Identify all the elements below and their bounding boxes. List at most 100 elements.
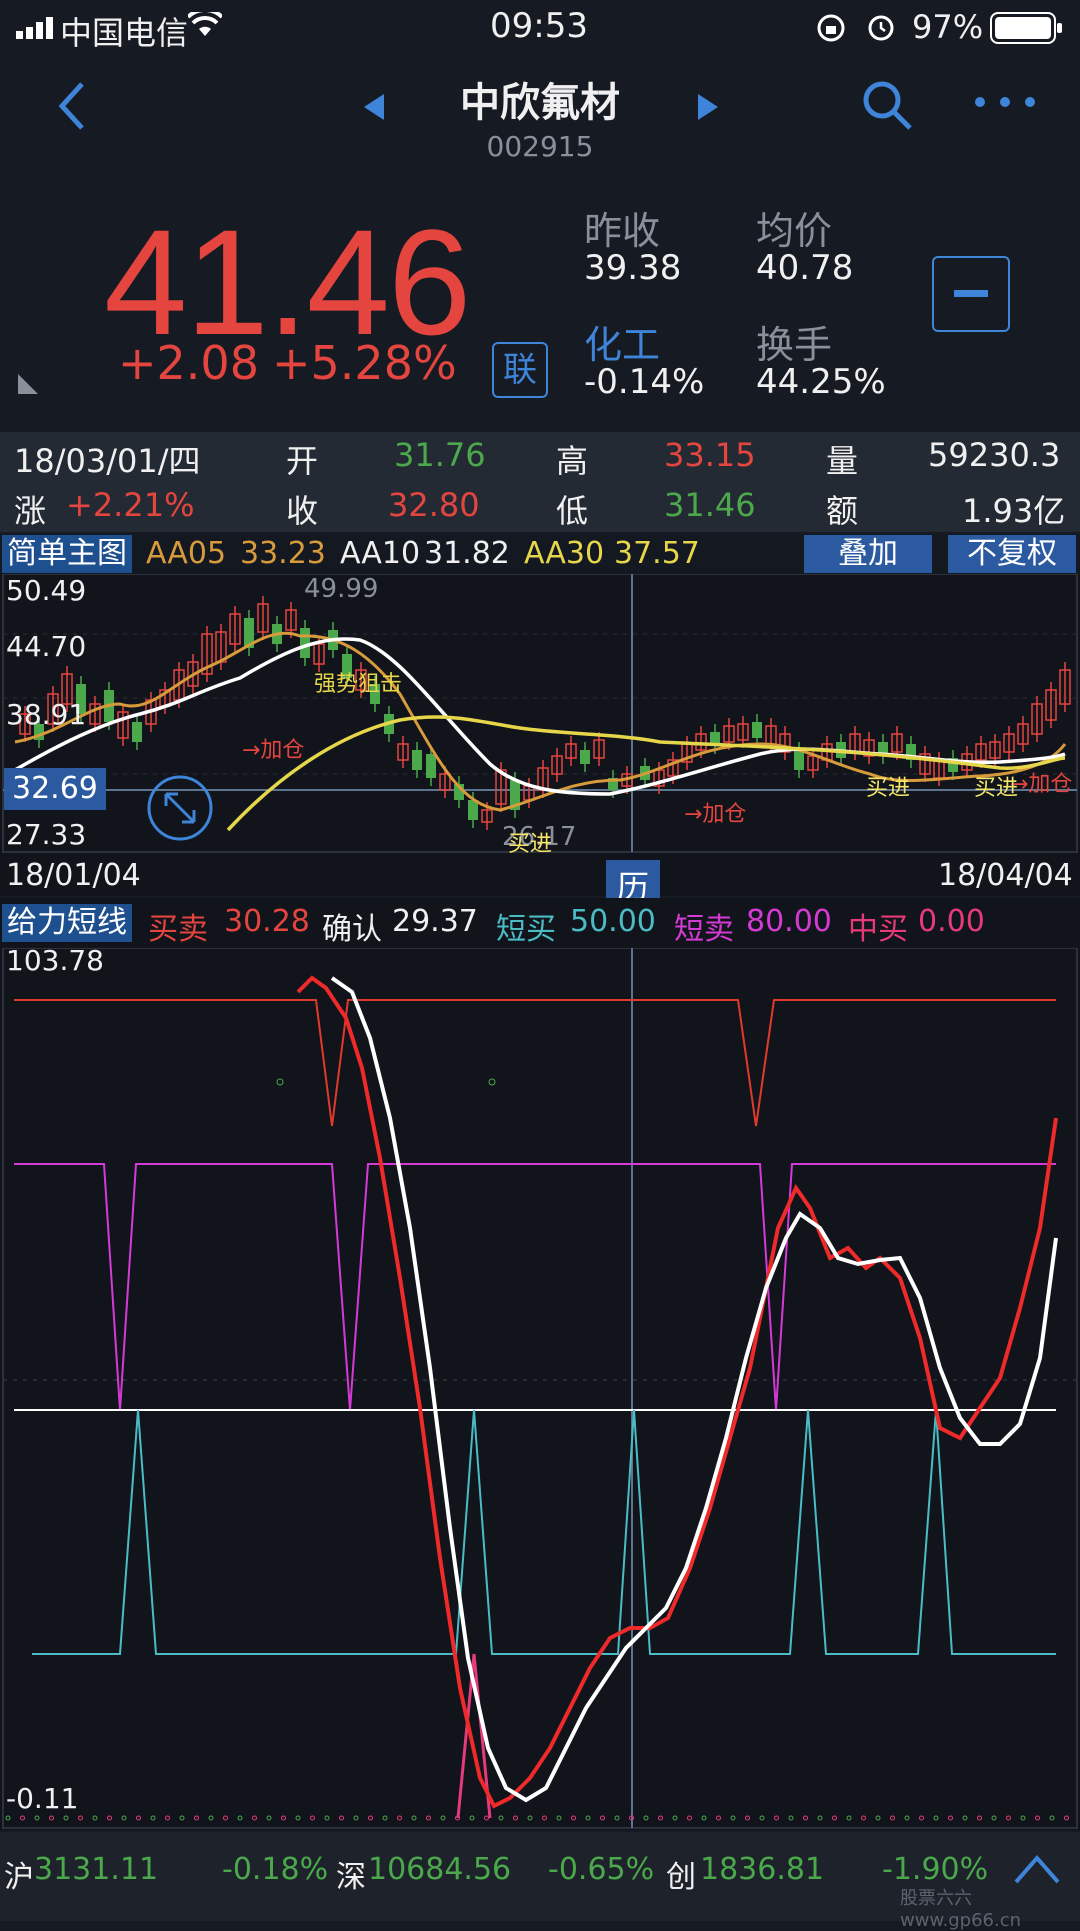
signal-add-3: →加仓 <box>1010 772 1073 797</box>
baseline-dot <box>687 1815 692 1821</box>
baseline-dot <box>426 1815 431 1821</box>
index-bar[interactable]: 沪 3131.11 -0.18% 深 10684.56 -0.65% 创 183… <box>0 1832 1080 1931</box>
baseline-dot <box>1064 1815 1069 1821</box>
sector-link[interactable]: 化工 <box>584 314 660 369</box>
rotation-lock-icon <box>816 13 846 47</box>
baseline-dot <box>411 1815 417 1821</box>
rise-value: +2.21% <box>66 486 195 524</box>
baseline-dot <box>774 1815 779 1821</box>
baseline-dot <box>745 1815 750 1821</box>
date-start: 18/01/04 <box>6 858 141 893</box>
stock-name: 中欣氟材 <box>460 80 620 126</box>
indicator-chart[interactable]: 103.78 -0.11 <box>0 944 1080 1830</box>
link-button[interactable]: 联 <box>492 342 548 398</box>
baseline-dot <box>5 1815 11 1821</box>
battery-icon <box>990 12 1064 50</box>
baseline-dot <box>658 1815 663 1821</box>
main-chart-selector[interactable]: 简单主图 <box>2 535 132 573</box>
baseline-dot <box>382 1815 388 1821</box>
baseline-dot <box>991 1815 997 1821</box>
cy-index-value: 1836.81 <box>700 1852 825 1887</box>
buysell-value: 30.28 <box>224 904 310 939</box>
baseline-dot <box>962 1815 968 1821</box>
sz-index-label: 深 <box>336 1860 366 1895</box>
battery-percent: 97% <box>912 8 984 46</box>
baseline-dot <box>1006 1815 1011 1821</box>
baseline-dot <box>194 1815 199 1821</box>
baseline-dot <box>150 1815 156 1821</box>
prev-close-value: 39.38 <box>584 248 682 288</box>
baseline-dot <box>237 1815 243 1821</box>
mid-buy-value: 0.00 <box>918 904 985 939</box>
watermark: 股票六六 www.gp66.cn <box>900 1888 1022 1931</box>
status-bar: 中国电信 09:53 97% <box>0 0 1080 58</box>
nav-bar: 中欣氟材 002915 <box>0 58 1080 187</box>
alarm-icon <box>866 12 896 46</box>
sh-index-change: -0.18% <box>222 1852 329 1887</box>
baseline-dot <box>716 1815 721 1821</box>
y-axis-top: 50.49 <box>6 574 87 607</box>
ind-y-top: 103.78 <box>6 944 104 977</box>
baseline-dot <box>440 1815 446 1821</box>
volume-value: 59230.3 <box>928 436 1061 474</box>
baseline-dot <box>498 1815 504 1821</box>
baseline-dot <box>281 1815 286 1821</box>
turnover-label: 换手 <box>756 323 833 367</box>
signal-icon <box>16 17 56 43</box>
baseline-dot <box>527 1815 533 1821</box>
baseline-dot <box>788 1815 794 1821</box>
baseline-dot <box>614 1815 620 1821</box>
indicator-selector[interactable]: 给力短线 <box>2 904 132 942</box>
baseline-dot <box>832 1815 837 1821</box>
turnover-value: 44.25% <box>756 362 886 402</box>
baseline-dot <box>803 1815 808 1821</box>
baseline-dot <box>121 1815 127 1821</box>
signal-add-1: →加仓 <box>242 738 305 763</box>
main-chart[interactable]: 50.49 44.70 38.91 27.33 32.69 49.99 26.1… <box>0 574 1080 857</box>
candle-body <box>794 750 804 770</box>
indicator-header: 给力短线 买卖 30.28 确认 29.37 短买 50.00 短卖 80.00… <box>0 898 1080 948</box>
aa05-label: AA05 <box>146 536 227 571</box>
baseline-dot <box>484 1815 489 1821</box>
overlay-button[interactable]: 叠加 <box>804 535 932 573</box>
baseline-dot <box>1049 1815 1055 1821</box>
minus-icon <box>954 290 988 297</box>
adjust-button[interactable]: 不复权 <box>948 535 1076 573</box>
confirm-label: 确认 <box>322 912 382 947</box>
baseline-dot <box>585 1815 591 1821</box>
amount-value: 1.93亿 <box>962 492 1066 530</box>
baseline-dot <box>600 1815 605 1821</box>
baseline-dot <box>1020 1815 1026 1821</box>
baseline-dot <box>223 1815 228 1821</box>
y-axis-2: 44.70 <box>6 630 87 663</box>
baseline-dot <box>948 1815 953 1821</box>
signal-buy-3: 买进 <box>974 776 1019 801</box>
collapse-button[interactable] <box>932 256 1010 332</box>
short-buy-label: 短买 <box>496 912 556 947</box>
baseline-dot <box>179 1815 185 1821</box>
baseline-dot <box>310 1815 315 1821</box>
cy-index-label: 创 <box>666 1860 696 1895</box>
baseline-dot <box>1035 1815 1040 1821</box>
aa30-value: 37.57 <box>614 536 700 571</box>
aa30-label: AA30 <box>524 536 605 571</box>
baseline-dot <box>339 1815 344 1821</box>
low-value: 31.46 <box>664 486 756 524</box>
baseline-dot <box>63 1815 69 1821</box>
next-stock-icon[interactable] <box>694 92 720 126</box>
sh-index-label: 沪 <box>4 1860 34 1895</box>
search-icon[interactable] <box>860 78 916 138</box>
more-icon[interactable] <box>972 94 1038 113</box>
baseline-dot <box>919 1815 924 1821</box>
signal-strong: 强势狙击 <box>314 672 403 697</box>
low-label: 低 <box>556 492 589 530</box>
expand-up-icon[interactable] <box>1012 1852 1062 1890</box>
baseline-dot <box>875 1815 881 1821</box>
baseline-dot <box>759 1815 765 1821</box>
baseline-dot <box>977 1815 982 1821</box>
baseline-dot <box>890 1815 895 1821</box>
baseline-dot <box>469 1815 475 1821</box>
y-axis-bottom: 27.33 <box>6 818 87 851</box>
baseline-dot <box>904 1815 910 1821</box>
baseline-dot <box>165 1815 170 1821</box>
